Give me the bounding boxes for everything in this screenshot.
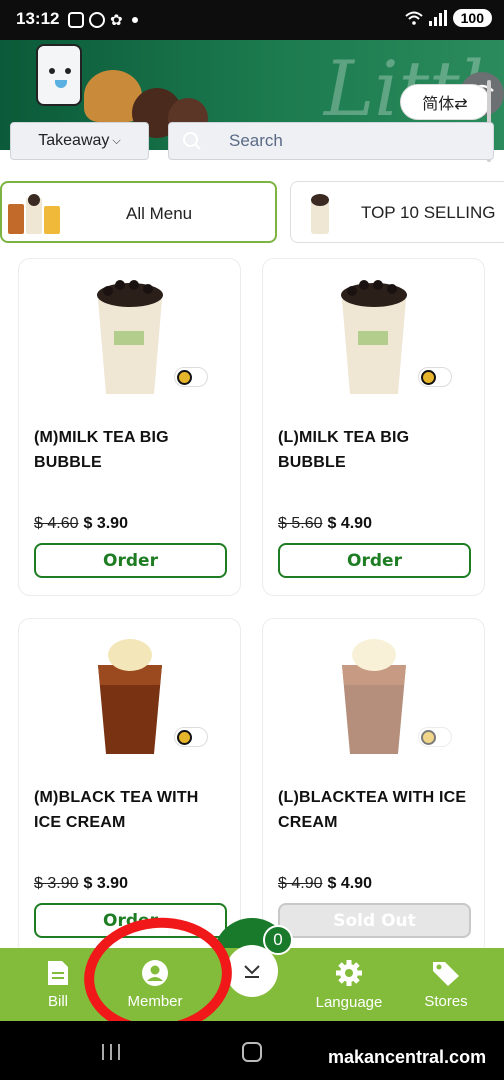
product-name: (L)MILK TEA BIG BUBBLE xyxy=(278,429,410,471)
gear-icon xyxy=(336,960,362,986)
original-price: $ 3.90 xyxy=(34,875,79,892)
chevron-down-icon xyxy=(244,965,260,978)
chevron-down-icon: ⌵ xyxy=(112,134,121,147)
sold-out-button: Sold Out xyxy=(278,903,471,938)
recents-button[interactable] xyxy=(102,1044,120,1060)
sale-price: $ 4.90 xyxy=(327,515,372,532)
order-button[interactable]: Order xyxy=(278,543,471,578)
notification-icons: ✿ xyxy=(68,11,138,29)
sale-price: $ 3.90 xyxy=(83,875,128,892)
reward-badge-icon xyxy=(418,727,452,747)
more-notifications-dot xyxy=(131,17,138,23)
sale-price: $ 3.90 xyxy=(83,515,128,532)
product-price: $ 4.90 $ 4.90 xyxy=(278,875,372,893)
language-toggle-button[interactable]: 简体⇄ xyxy=(400,84,490,120)
product-card[interactable]: (M)BLACK TEA WITH ICE CREAM $ 3.90 $ 3.9… xyxy=(18,618,241,956)
category-label: All Menu xyxy=(126,204,193,223)
nav-item-stores[interactable]: Stores xyxy=(416,948,476,1021)
category-tab-all-menu[interactable]: All Menu xyxy=(0,181,277,243)
product-card[interactable]: (M)MILK TEA BIG BUBBLE $ 4.60 $ 3.90 Ord… xyxy=(18,258,241,596)
battery-level: 100 xyxy=(452,9,492,27)
original-price: $ 5.60 xyxy=(278,515,323,532)
milk-tea-bubble-image xyxy=(340,280,407,394)
search-icon xyxy=(181,130,203,152)
top-10-thumbnail xyxy=(311,194,329,234)
category-label: TOP 10 SELLING xyxy=(361,203,496,222)
nav-label: Stores xyxy=(424,993,468,1010)
reward-badge-icon xyxy=(174,367,208,387)
bill-icon xyxy=(48,961,68,985)
system-status: 100 xyxy=(404,9,492,27)
screenshot-icon xyxy=(68,12,84,28)
order-mode-select[interactable]: Takeaway ⌵ xyxy=(10,122,149,160)
nav-label: Language xyxy=(315,994,383,1011)
black-tea-ice-cream-image xyxy=(341,639,406,754)
all-menu-thumbnail xyxy=(8,194,60,234)
original-price: $ 4.60 xyxy=(34,515,79,532)
tag-icon xyxy=(433,962,459,986)
signal-icon xyxy=(428,10,447,26)
order-button[interactable]: Order xyxy=(34,543,227,578)
milk-tea-bubble-image xyxy=(96,280,163,394)
mascot-cup-image xyxy=(36,44,82,106)
category-tab-top-10[interactable]: TOP 10 SELLING xyxy=(290,181,504,243)
product-name: (M)BLACK TEA WITH ICE CREAM xyxy=(34,789,199,831)
black-tea-ice-cream-image xyxy=(97,639,162,754)
whatsapp-icon xyxy=(89,12,105,28)
product-card[interactable]: (L)BLACKTEA WITH ICE CREAM $ 4.90 $ 4.90… xyxy=(262,618,485,956)
nav-item-language[interactable]: Language xyxy=(308,948,390,1021)
search-bar[interactable] xyxy=(168,122,494,160)
product-price: $ 4.60 $ 3.90 xyxy=(34,515,128,533)
search-input[interactable] xyxy=(229,131,429,151)
order-mode-value: Takeaway xyxy=(38,132,110,149)
reward-badge-icon xyxy=(174,727,208,747)
product-price: $ 5.60 $ 4.90 xyxy=(278,515,372,533)
product-name: (M)MILK TEA BIG BUBBLE xyxy=(34,429,169,471)
original-price: $ 4.90 xyxy=(278,875,323,892)
reward-badge-icon xyxy=(418,367,452,387)
product-card[interactable]: (L)MILK TEA BIG BUBBLE $ 5.60 $ 4.90 Ord… xyxy=(262,258,485,596)
home-button[interactable] xyxy=(242,1042,262,1062)
nav-item-bill[interactable]: Bill xyxy=(30,948,86,1021)
nav-label: Bill xyxy=(47,993,68,1010)
cart-count-badge: 0 xyxy=(263,925,293,955)
pinwheel-icon: ✿ xyxy=(110,12,123,29)
product-name: (L)BLACKTEA WITH ICE CREAM xyxy=(278,789,467,831)
sale-price: $ 4.90 xyxy=(327,875,372,892)
wifi-icon xyxy=(404,11,423,25)
product-price: $ 3.90 $ 3.90 xyxy=(34,875,128,893)
status-time: 13:12 xyxy=(16,9,60,28)
watermark: makancentral.com xyxy=(320,1047,495,1068)
status-bar: 13:12 ✿ 100 xyxy=(0,0,504,40)
